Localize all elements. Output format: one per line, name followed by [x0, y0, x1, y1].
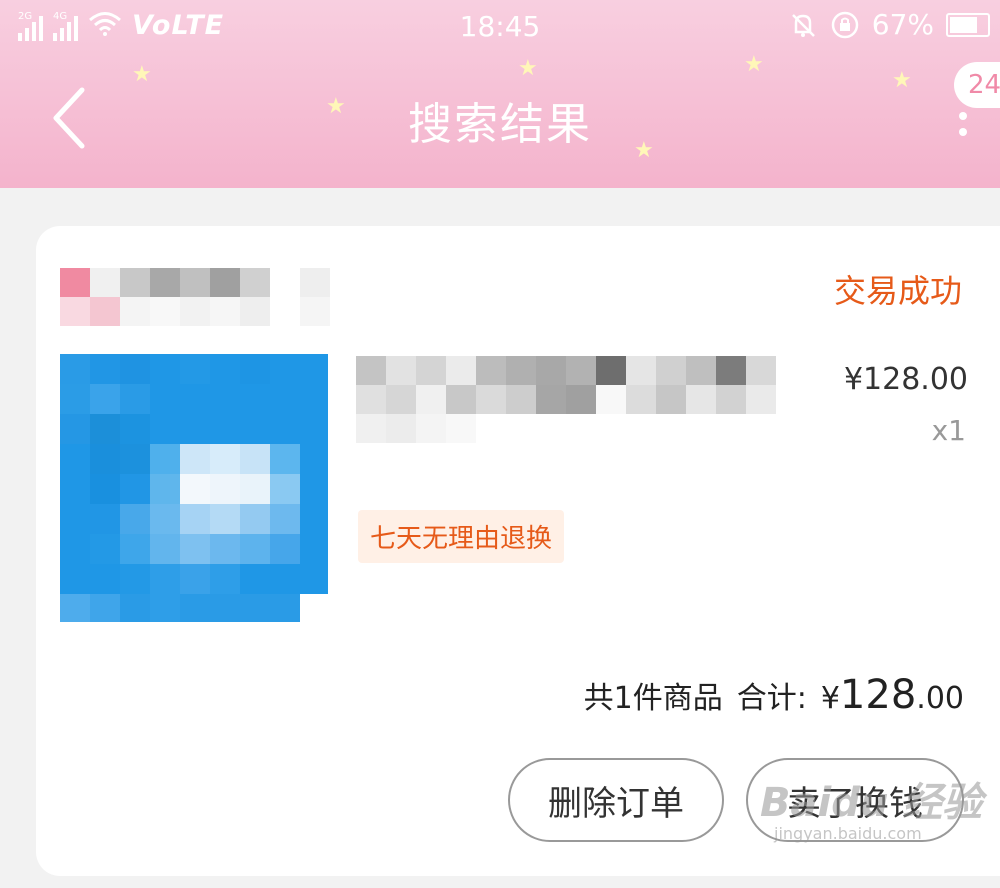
order-status: 交易成功	[833, 272, 962, 310]
page-title: 搜索结果	[408, 99, 592, 150]
star-decoration-icon: ★	[744, 52, 764, 77]
total-amount: ¥128.00	[821, 672, 964, 718]
shop-name[interactable]	[60, 268, 360, 326]
star-decoration-icon: ★	[132, 62, 152, 87]
return-policy-tag: 七天无理由退换	[358, 510, 565, 563]
system-indicators: 67%	[788, 8, 990, 41]
app-header: 2G 4G VoLTE 18:45 67% ★ ★ ★ ★ ★ ★ 搜索结果 2…	[0, 0, 1000, 188]
total-integer: 128	[839, 672, 917, 718]
product-name[interactable]	[356, 356, 776, 486]
notification-badge[interactable]: 24	[954, 62, 1000, 108]
total-decimal: .00	[916, 681, 964, 716]
item-price: ¥128.00	[843, 362, 968, 397]
bell-muted-icon	[788, 10, 818, 40]
battery-percent: 67%	[871, 8, 934, 41]
star-decoration-icon: ★	[518, 56, 538, 81]
battery-icon	[946, 12, 990, 37]
total-label: 合计:	[736, 681, 807, 716]
baidu-watermark: Baidu 经验 jingyan.baidu.com	[760, 770, 982, 843]
watermark-site: jingyan.baidu.com	[774, 824, 922, 843]
order-total: 共1件商品 合计: ¥128.00	[584, 672, 964, 718]
currency-symbol: ¥	[820, 681, 840, 716]
item-quantity: x1	[931, 414, 966, 447]
status-bar: 2G 4G VoLTE 18:45 67%	[0, 0, 1000, 56]
rotation-lock-icon	[830, 10, 860, 40]
watermark-brand: Baidu 经验	[760, 780, 983, 826]
item-count: 共1件商品	[583, 681, 723, 716]
product-thumbnail[interactable]	[60, 354, 328, 622]
more-menu-button[interactable]	[956, 112, 970, 148]
delete-order-button[interactable]: 删除订单	[508, 758, 724, 842]
